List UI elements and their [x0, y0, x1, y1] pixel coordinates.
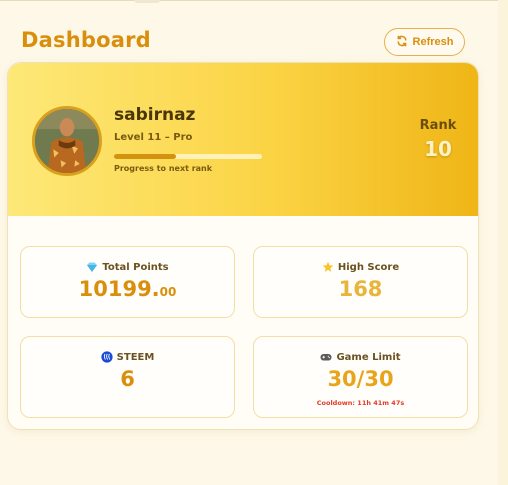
scrollbar-track[interactable]	[498, 0, 508, 485]
high-score-value: 168	[338, 277, 383, 301]
game-limit-card: Game Limit 30/30 Cooldown: 11h 41m 47s	[253, 336, 468, 418]
total-points-label: Total Points	[102, 261, 169, 273]
top-tab-handle[interactable]	[134, 0, 160, 3]
username: sabirnaz	[114, 105, 196, 125]
rank-label: Rank	[419, 118, 457, 133]
high-score-label: High Score	[337, 261, 400, 273]
gamepad-icon	[320, 351, 332, 363]
game-limit-label: Game Limit	[336, 351, 401, 363]
avatar[interactable]	[32, 106, 102, 176]
refresh-icon	[396, 35, 408, 50]
total-points-card: Total Points 10199.00	[20, 246, 235, 318]
page-title: Dashboard	[21, 28, 151, 52]
profile-banner: sabirnaz Level 11 – Pro Progress to next…	[8, 63, 478, 216]
refresh-label: Refresh	[412, 36, 454, 48]
total-points-decimals: 00	[159, 285, 177, 299]
gem-icon	[86, 261, 98, 273]
progress-label: Progress to next rank	[114, 164, 213, 173]
refresh-button[interactable]: Refresh	[384, 28, 465, 56]
steem-logo-icon	[101, 351, 113, 363]
top-divider	[0, 0, 508, 1]
total-points-value: 10199.00	[78, 277, 177, 301]
game-limit-value: 30/30	[327, 367, 394, 391]
high-score-card: High Score 168	[253, 246, 468, 318]
star-icon	[322, 261, 334, 273]
cooldown-timer: Cooldown: 11h 41m 47s	[316, 399, 405, 407]
rank-progress-bar	[114, 154, 262, 159]
steem-card: STEEM 6	[20, 336, 235, 418]
rank-progress-fill	[114, 154, 177, 159]
steem-label: STEEM	[116, 351, 155, 363]
steem-value: 6	[120, 367, 135, 391]
dashboard-card: sabirnaz Level 11 – Pro Progress to next…	[7, 62, 479, 430]
level-text: Level 11 – Pro	[114, 132, 193, 143]
rank-value: 10	[424, 137, 452, 161]
